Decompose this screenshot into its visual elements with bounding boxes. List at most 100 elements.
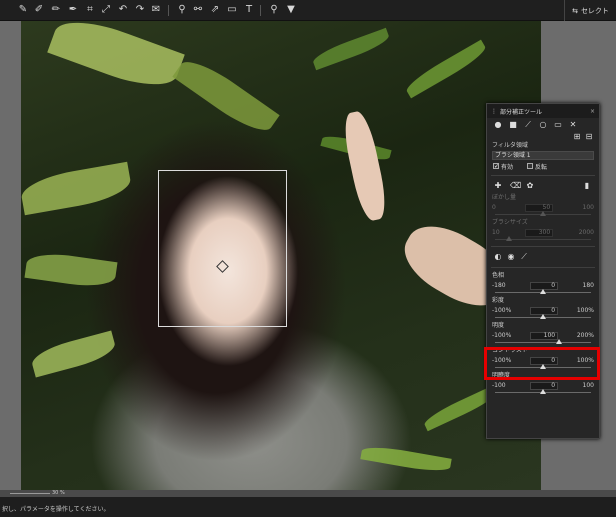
adjustment-values: -100% 100 200% [487, 331, 599, 340]
invert-check-icon [527, 163, 534, 169]
panel-divider [491, 175, 595, 176]
crop-icon[interactable]: ⌗ [84, 4, 96, 16]
adjustment-value-input[interactable]: 100 [530, 331, 559, 340]
filter-area-dropdown[interactable]: ブラシ領域 1 [492, 151, 594, 160]
top-toolbar: ✎ ✐ ✏ ✒ ⌗ ⤢ ↶ ↷ ✉ ⚲ ⚯ ⇗ ▭ T ⚲ ▼ ⇆ セレクト [0, 0, 616, 21]
frame-icon[interactable]: ▭ [226, 4, 238, 16]
brush-tools-row: ✚ ⌫ ✿ ▮ [487, 179, 599, 193]
filter-area-label: フィルタ領域 [492, 142, 528, 149]
area-tools-row: ⊞ ⊟ [487, 132, 599, 141]
select-button[interactable]: ⇆ セレクト [564, 0, 616, 21]
adjustment-slider[interactable] [495, 314, 591, 321]
adjustment-min: -100 [492, 382, 506, 389]
ellipse-fill-icon[interactable]: ● [494, 121, 502, 129]
adjustment-min: -100% [492, 332, 512, 339]
brush-icon[interactable]: ✏ [50, 4, 62, 16]
brush-size-label: ブラシサイズ [492, 219, 528, 226]
area-add-icon[interactable]: ⊞ [573, 132, 581, 141]
heal-icon[interactable]: ⚯ [192, 4, 204, 16]
brush-size-input[interactable]: 300 [525, 228, 554, 237]
adjustment-min: -100% [492, 307, 512, 314]
slider-knob[interactable] [540, 314, 546, 319]
speech-bubble-icon[interactable]: ▭ [554, 121, 562, 129]
correction-area-box[interactable] [158, 170, 287, 327]
blur-slider[interactable] [495, 211, 591, 218]
brush-size-slider[interactable] [495, 236, 591, 243]
leaf-decoration [360, 443, 452, 475]
highlight-frame [484, 347, 600, 380]
leaf-decoration [403, 39, 489, 99]
slider-knob[interactable] [540, 289, 546, 294]
auto-detect-icon[interactable]: ✿ [526, 182, 534, 190]
adjustment-slider[interactable] [495, 339, 591, 346]
leaf-decoration [24, 249, 118, 291]
ellipse-outline-icon[interactable]: ○ [539, 121, 547, 129]
select-label: セレクト [580, 6, 609, 15]
brush-size-values: 10 300 2000 [487, 228, 599, 237]
leaf-decoration [29, 330, 118, 378]
toolbar-divider [168, 5, 169, 16]
invert-checkbox[interactable]: 反転 [527, 162, 547, 171]
panel-header[interactable]: ⋮ 部分補正ツール × [487, 104, 599, 118]
rectangle-fill-icon[interactable]: ■ [509, 121, 517, 129]
zoom-slider[interactable] [10, 493, 50, 494]
options-row: ✓ 有効 反転 [487, 160, 599, 172]
slider-knob[interactable] [506, 236, 513, 241]
pen-icon[interactable]: ✒ [67, 4, 79, 16]
clone-icon[interactable]: ⚲ [176, 4, 188, 16]
close-icon[interactable]: × [590, 108, 595, 115]
share-icon[interactable]: ⇗ [209, 4, 221, 16]
lasso-icon[interactable]: ✕ [569, 121, 577, 129]
select-icon: ⇆ [572, 6, 578, 15]
enabled-label: 有効 [501, 163, 514, 171]
slider-knob[interactable] [540, 211, 546, 216]
zoom-icon[interactable]: ⚲ [268, 4, 280, 16]
photo-image[interactable] [21, 21, 541, 490]
slider-knob[interactable] [556, 339, 563, 344]
panel-divider [491, 246, 595, 247]
invert-label: 反転 [535, 163, 548, 171]
blur-min: 0 [492, 204, 496, 211]
adjustment-label: 色相 [492, 272, 505, 279]
enabled-checkbox[interactable]: ✓ 有効 [493, 162, 513, 171]
slider-knob[interactable] [540, 389, 546, 394]
enabled-check-icon: ✓ [493, 163, 500, 170]
leaf-decoration [339, 109, 391, 223]
text-icon[interactable]: T [243, 4, 255, 16]
brush-add-icon[interactable]: ✚ [494, 182, 502, 190]
status-bar: 択し、パラメータを操作してください。 [0, 497, 616, 517]
eraser-icon[interactable]: ⌫ [510, 182, 521, 190]
adjustment-slider[interactable] [495, 289, 591, 296]
adjustment-max: 100 [582, 382, 594, 389]
clear-icon[interactable]: ▮ [583, 182, 591, 190]
adjustment-max: 200% [576, 332, 594, 339]
tool-shape-row: ● ■ ⟋ ○ ▭ ✕ [487, 118, 599, 132]
effect-icon[interactable]: ◉ [507, 253, 515, 261]
leaf-decoration [172, 52, 280, 140]
toolbar-divider [260, 5, 261, 16]
zoom-bar: 30 % [0, 490, 616, 497]
leaf-decoration [47, 21, 185, 97]
area-delete-icon[interactable]: ⊟ [585, 132, 593, 141]
brush-size-max: 2000 [578, 229, 594, 236]
blur-label: ぼかし量 [492, 194, 517, 201]
rotate-right-icon[interactable]: ↷ [134, 4, 146, 16]
leaf-decoration [21, 161, 134, 216]
rotate-left-icon[interactable]: ↶ [117, 4, 129, 16]
color-adjust-icon[interactable]: ◐ [494, 253, 502, 261]
adjustment-slider[interactable] [495, 389, 591, 396]
sharpen-icon[interactable]: ⟋ [520, 253, 528, 261]
slider-track [495, 342, 591, 343]
transform-icon[interactable]: ⤢ [100, 4, 112, 16]
adjustment-label: 明度 [492, 322, 505, 329]
panel-grip-icon: ⋮ [491, 107, 497, 115]
auto-correct-icon[interactable]: ✎ [17, 4, 29, 16]
brush-tool-icon[interactable]: ⟋ [524, 121, 532, 129]
adjust-mode-row: ◐ ◉ ⟋ [487, 250, 599, 264]
zoom-value: 30 % [52, 490, 65, 496]
brush-auto-icon[interactable]: ✐ [33, 4, 45, 16]
adjustment-label: 彩度 [492, 297, 505, 304]
mail-icon[interactable]: ✉ [150, 4, 162, 16]
partial-correction-panel: ⋮ 部分補正ツール × ● ■ ⟋ ○ ▭ ✕ ⊞ ⊟ フィルタ領域 ブラシ領域… [486, 103, 600, 439]
filter-icon[interactable]: ▼ [285, 4, 297, 16]
